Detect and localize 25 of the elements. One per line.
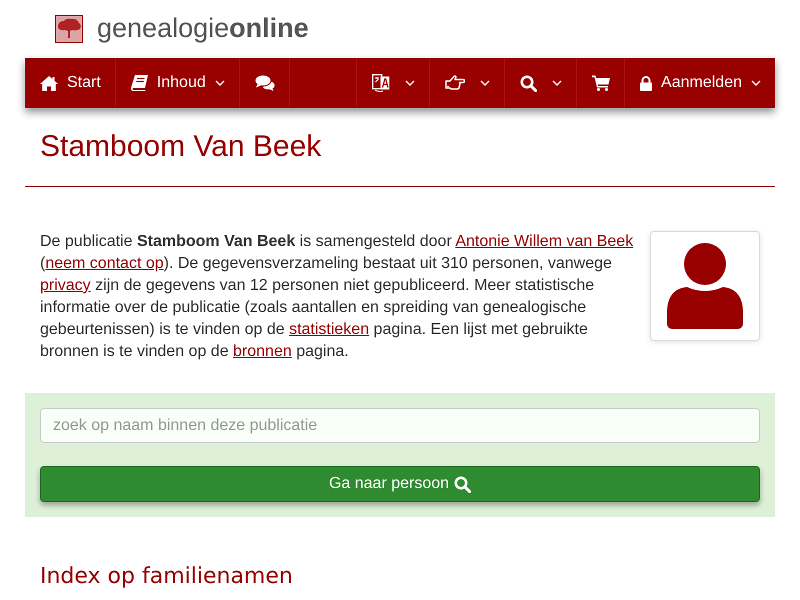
logo-text[interactable]: genealogieonline [97,12,309,44]
lock-icon [640,76,652,90]
text-link[interactable]: privacy [40,277,91,294]
person-icon [667,243,743,329]
search-icon [454,476,472,492]
text-link[interactable]: statistieken [289,321,370,338]
chat-bubbles-icon [254,75,275,91]
pointing-hand-icon [445,75,466,91]
page-title: Stamboom Van Beek [40,129,322,165]
login-menu-item[interactable]: Aanmelden [625,58,775,108]
search-input[interactable]: zoek op naam binnen deze publicatie [40,408,760,443]
contents-menu-item[interactable]: Inhoud [116,58,240,108]
text-link[interactable]: bronnen [233,343,292,360]
cart-icon [592,75,610,91]
text-link[interactable]: Antonie Willem van Beek [455,233,634,250]
go-to-person-button[interactable]: Ga naar persoon [40,466,760,502]
translate-icon [372,74,390,92]
book-icon [130,75,148,91]
section-heading: Index op familienamen [40,563,294,591]
home-icon [40,76,58,90]
text-link[interactable]: neem contact op [45,255,164,272]
tree-icon[interactable] [55,15,83,43]
home-menu-item[interactable]: Start [25,58,116,108]
search-icon [520,74,538,92]
intro-paragraph: De publicatie Stamboom Van Beek is samengesteld door Antonie Willem van Beek (neem contact op). De gegevensverzameling bestaat uit 310 personen, vanwege privacy zijn de gegevens van 12 personen niet gepubliceerd. Meer statistische informatie over de publicatie (zoals aantallen en spreiding van genealogische gebeurtenissen) is te vinden op de statistieken pagina. Een lijst met gebruikte bronnen is te vinden op de bronnen pagina. [40,232,634,362]
